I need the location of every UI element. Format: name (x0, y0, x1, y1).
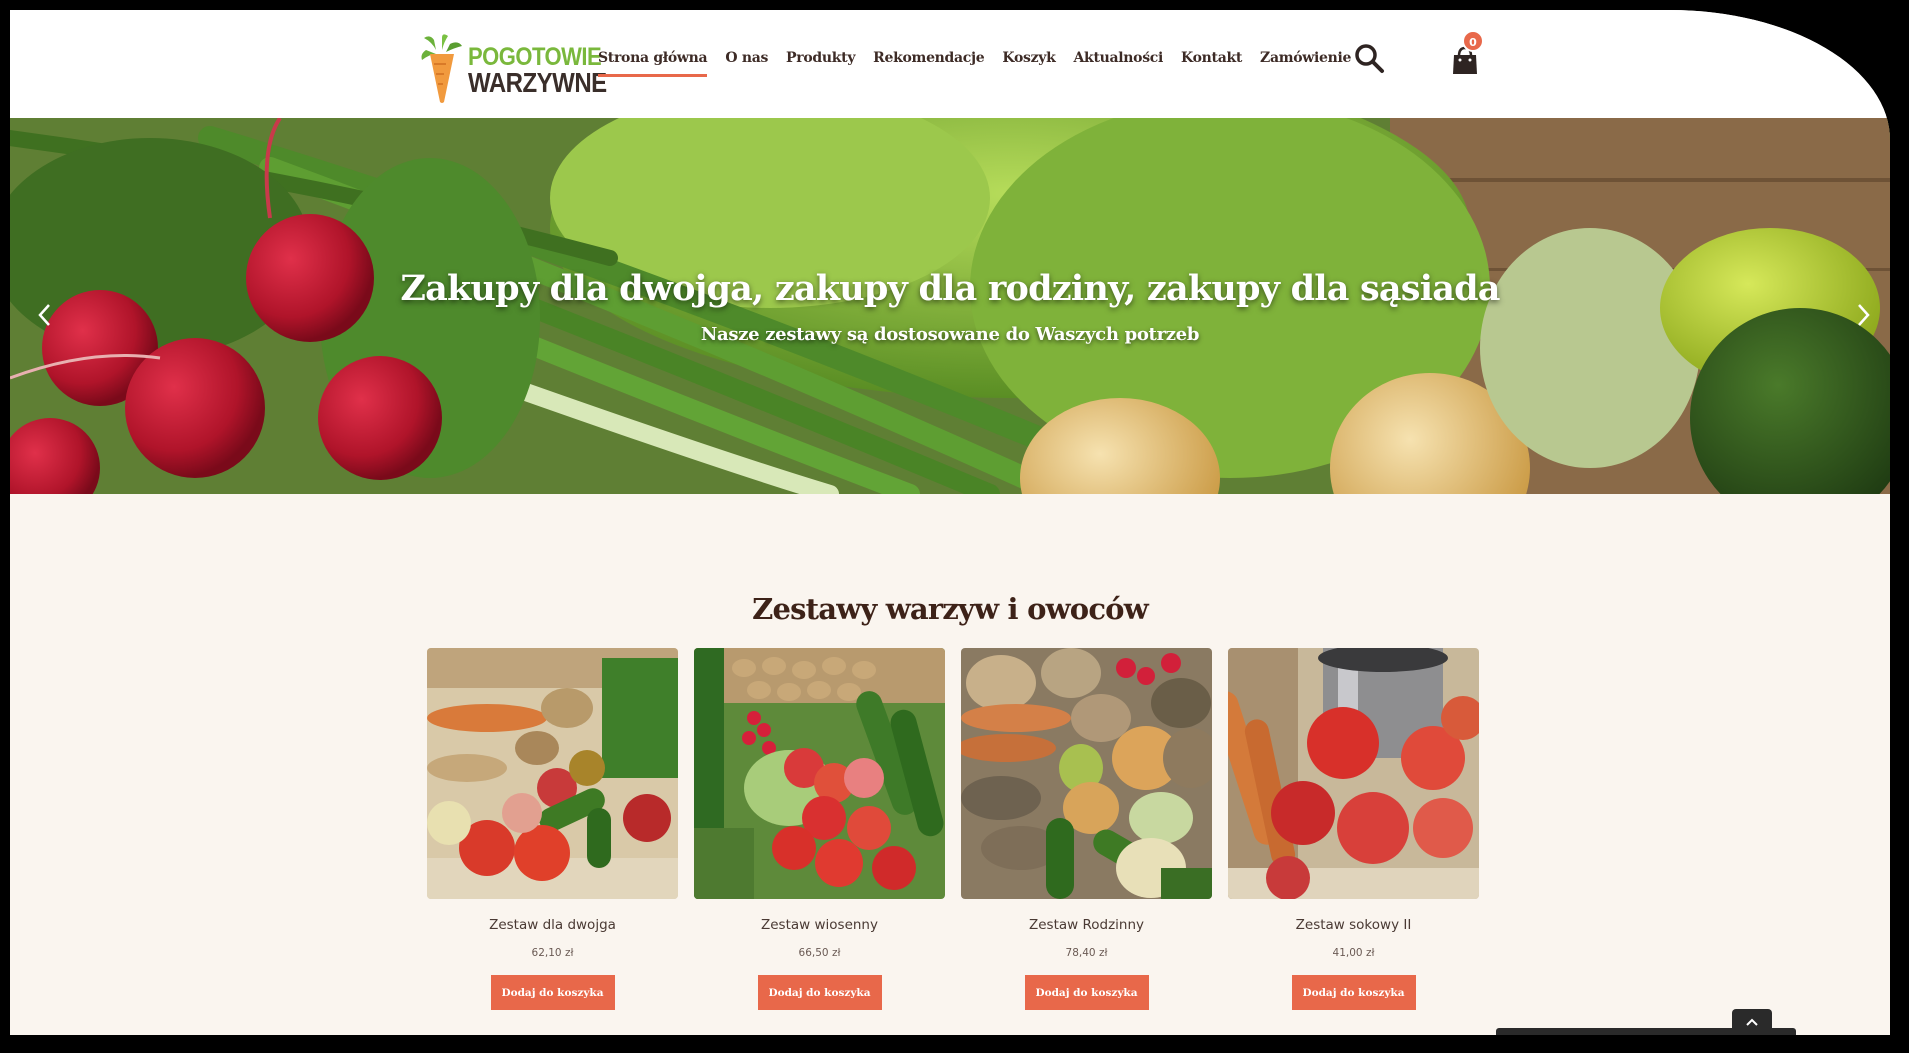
product-price: 41,00 zł (1332, 947, 1375, 959)
add-to-cart-button[interactable]: Dodaj do koszyka (490, 975, 615, 1010)
nav-item-recommendations[interactable]: Rekomendacje (873, 50, 985, 77)
nav-item-home[interactable]: Strona główna (598, 50, 708, 77)
product-image[interactable] (961, 648, 1212, 899)
add-to-cart-button[interactable]: Dodaj do koszyka (757, 975, 882, 1010)
nav-item-order[interactable]: Zamówienie (1260, 50, 1351, 77)
product-card: Zestaw Rodzinny 78,40 zł Dodaj do koszyk… (961, 648, 1212, 1010)
scroll-to-top-button[interactable] (1732, 1009, 1772, 1035)
product-card: Zestaw dla dwojga 62,10 zł Dodaj do kosz… (427, 648, 678, 1010)
product-price: 62,10 zł (531, 947, 574, 959)
browser-page: POGOTOWIE WARZYWNE Strona główna O nas P… (10, 10, 1890, 1035)
site-logo[interactable]: POGOTOWIE WARZYWNE (420, 34, 607, 104)
product-image[interactable] (1228, 648, 1479, 899)
nav-item-about[interactable]: O nas (725, 50, 768, 77)
main-navigation: Strona główna O nas Produkty Rekomendacj… (598, 50, 1351, 77)
nav-item-contact[interactable]: Kontakt (1181, 50, 1242, 77)
hero-title: Zakupy dla dwojga, zakupy dla rodziny, z… (400, 268, 1500, 309)
logo-text-bottom: WARZYWNE (468, 68, 607, 100)
hero-slider: Zakupy dla dwojga, zakupy dla rodziny, z… (10, 118, 1890, 494)
product-price: 66,50 zł (798, 947, 841, 959)
add-to-cart-button[interactable]: Dodaj do koszyka (1291, 975, 1416, 1010)
product-card: Zestaw wiosenny 66,50 zł Dodaj do koszyk… (694, 648, 945, 1010)
product-image[interactable] (427, 648, 678, 899)
nav-item-cart[interactable]: Koszyk (1002, 50, 1055, 77)
site-header: POGOTOWIE WARZYWNE Strona główna O nas P… (10, 10, 1890, 118)
nav-item-products[interactable]: Produkty (786, 50, 855, 77)
product-price: 78,40 zł (1065, 947, 1108, 959)
product-grid: Zestaw dla dwojga 62,10 zł Dodaj do kosz… (427, 648, 1479, 1010)
product-name[interactable]: Zestaw wiosenny (694, 917, 945, 933)
add-to-cart-button[interactable]: Dodaj do koszyka (1024, 975, 1149, 1010)
nav-item-news[interactable]: Aktualności (1074, 50, 1164, 77)
product-card: Zestaw sokowy II 41,00 zł Dodaj do koszy… (1228, 648, 1479, 1010)
section-title: Zestawy warzyw i owoców (752, 592, 1149, 626)
hero-subtitle: Nasze zestawy są dostosowane do Waszych … (700, 324, 1200, 345)
product-name[interactable]: Zestaw sokowy II (1228, 917, 1479, 933)
cart-count-badge: 0 (1462, 30, 1484, 52)
product-image[interactable] (694, 648, 945, 899)
search-icon[interactable] (1353, 42, 1385, 74)
product-name[interactable]: Zestaw dla dwojga (427, 917, 678, 933)
chevron-up-icon (1746, 1018, 1758, 1026)
carrot-logo-icon (421, 34, 462, 103)
product-name[interactable]: Zestaw Rodzinny (961, 917, 1212, 933)
